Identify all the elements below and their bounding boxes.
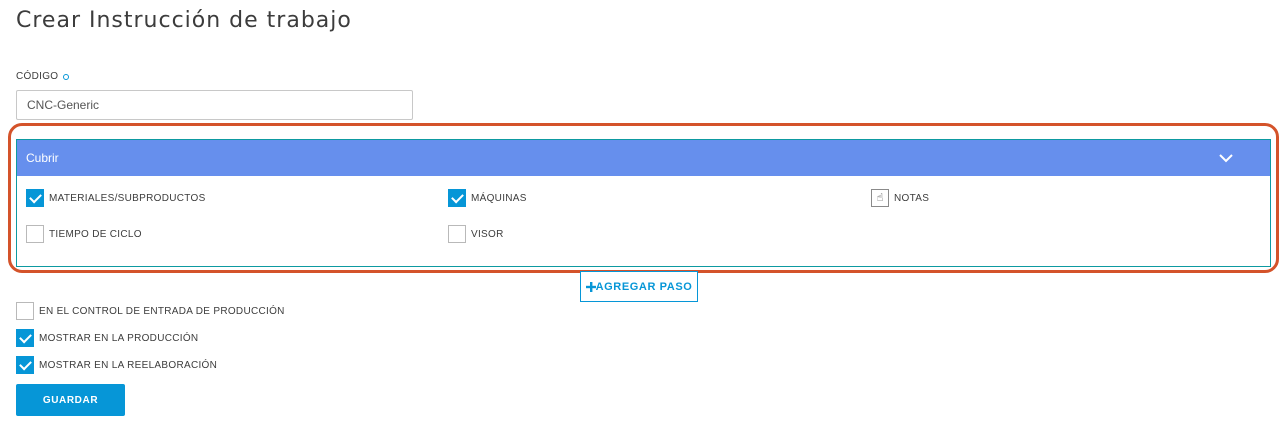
setting-label: MOSTRAR EN LA REELABORACIÓN	[39, 359, 218, 371]
save-button[interactable]: GUARDAR	[16, 384, 125, 416]
add-step-button[interactable]: AGREGAR PASO	[580, 271, 698, 302]
tiempo-ciclo-checkbox[interactable]	[26, 225, 44, 243]
setting-mostrar-produccion[interactable]: MOSTRAR EN LA PRODUCCIÓN	[16, 329, 198, 347]
code-input[interactable]	[16, 90, 413, 120]
option-materiales[interactable]: MATERIALES/SUBPRODUCTOS	[26, 189, 206, 207]
materiales-checkbox[interactable]	[26, 189, 44, 207]
mostrar-produccion-checkbox[interactable]	[16, 329, 34, 347]
option-visor[interactable]: VISOR	[448, 225, 504, 243]
code-field-label: CÓDIGO	[16, 71, 70, 82]
option-label: NOTAS	[894, 192, 930, 204]
visor-checkbox[interactable]	[448, 225, 466, 243]
setting-label: MOSTRAR EN LA PRODUCCIÓN	[39, 332, 199, 344]
chevron-down-icon[interactable]	[1217, 149, 1235, 167]
required-indicator-icon	[63, 73, 70, 80]
setting-label: EN EL CONTROL DE ENTRADA DE PRODUCCIÓN	[39, 305, 285, 317]
setting-mostrar-reelaboracion[interactable]: MOSTRAR EN LA REELABORACIÓN	[16, 356, 217, 374]
setting-control-entrada[interactable]: EN EL CONTROL DE ENTRADA DE PRODUCCIÓN	[16, 302, 285, 320]
notas-checkbox[interactable]: ☝	[871, 189, 889, 207]
option-label: TIEMPO DE CICLO	[49, 228, 142, 240]
code-label-text: CÓDIGO	[16, 71, 59, 82]
add-step-label: AGREGAR PASO	[595, 280, 693, 293]
option-notas[interactable]: ☝ NOTAS	[871, 189, 929, 207]
maquinas-checkbox[interactable]	[448, 189, 466, 207]
plus-icon	[585, 281, 596, 292]
option-tiempo-ciclo[interactable]: TIEMPO DE CICLO	[26, 225, 142, 243]
step-panel-title: Cubrir	[26, 151, 59, 165]
option-label: MATERIALES/SUBPRODUCTOS	[49, 192, 206, 204]
step-panel-header[interactable]: Cubrir	[17, 140, 1270, 176]
option-maquinas[interactable]: MÁQUINAS	[448, 189, 527, 207]
hand-cursor-icon: ☝	[876, 191, 884, 204]
control-entrada-checkbox[interactable]	[16, 302, 34, 320]
mostrar-reelaboracion-checkbox[interactable]	[16, 356, 34, 374]
option-label: VISOR	[471, 228, 504, 240]
option-label: MÁQUINAS	[471, 192, 527, 204]
step-panel: Cubrir MATERIALES/SUBPRODUCTOS MÁQUINAS …	[16, 139, 1271, 267]
page-title: Crear Instrucción de trabajo	[16, 8, 352, 33]
